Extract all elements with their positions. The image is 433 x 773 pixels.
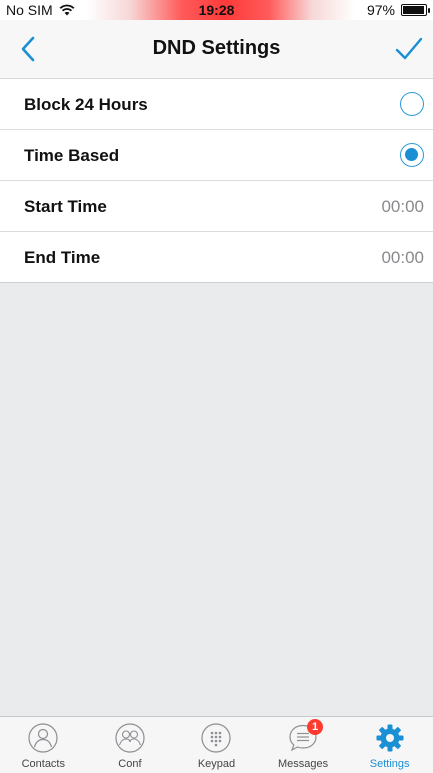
done-button[interactable] [389,30,429,68]
status-bar: No SIM 19:28 97% [0,0,433,20]
messages-badge: 1 [307,719,324,735]
tab-conf[interactable]: Conf [87,717,174,773]
battery-icon [401,4,430,16]
tab-label: Conf [118,758,142,770]
tab-label: Settings [369,758,410,770]
end-time-row[interactable]: End Time 00:00 [0,232,433,283]
row-label: End Time [24,248,101,267]
tab-keypad[interactable]: Keypad [173,717,260,773]
tab-contacts[interactable]: Contacts [0,717,87,773]
page-title: DND Settings [152,37,281,59]
tab-label: Messages [278,758,329,770]
end-time-value: 00:00 [381,248,424,267]
gear-icon [376,724,404,752]
keypad-icon [201,723,232,753]
dnd-settings-list: Block 24 Hours Time Based Start Time 00:… [0,79,433,283]
start-time-row[interactable]: Start Time 00:00 [0,181,433,232]
time-based-radio[interactable] [400,143,424,167]
tab-bar: Contacts Conf Keypad 1 Messages Settings [0,716,433,773]
row-label: Block 24 Hours [24,95,148,114]
block-24-hours-row[interactable]: Block 24 Hours [0,79,433,130]
tab-label: Contacts [21,758,65,770]
tab-label: Keypad [197,758,236,770]
group-icon [115,723,145,753]
block-24-hours-radio[interactable] [400,92,424,116]
start-time-value: 00:00 [381,197,424,216]
battery-fill [403,6,425,14]
person-icon [28,723,58,753]
navigation-bar: DND Settings [0,20,433,79]
row-label: Start Time [24,197,107,216]
time-based-row[interactable]: Time Based [0,130,433,181]
checkmark-icon [395,37,423,60]
status-battery-group: 97% [366,2,430,18]
battery-percent: 97% [366,2,395,18]
tab-messages[interactable]: 1 Messages [260,717,347,773]
tab-settings[interactable]: Settings [346,717,433,773]
row-label: Time Based [24,146,120,165]
